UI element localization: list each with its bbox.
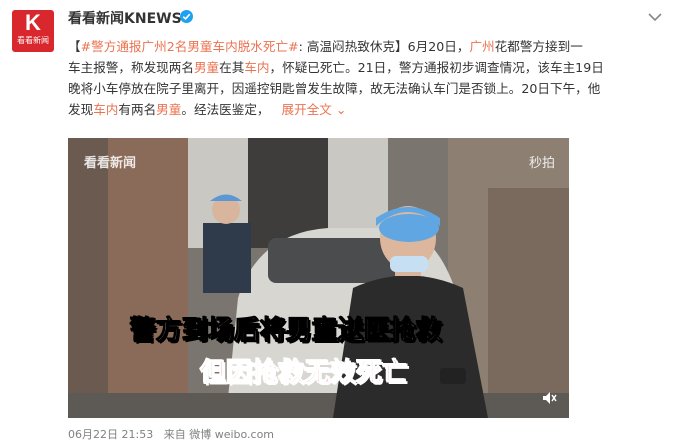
keyword-city[interactable]: 广州 [469, 39, 494, 54]
post-text: 【#警方通报广州2名男童车内脱水死亡#: 高温闷热致休克】6月20日，广州花都警… [68, 36, 668, 120]
video-player[interactable]: 看看新闻 秒拍 警方到场后将男童送医抢救 但因抢救无效死亡 [68, 138, 569, 418]
post-source[interactable]: 来自 微博 weibo.com [164, 428, 274, 441]
post-line-2: 车主报警，称发现两名男童在其车内，怀疑已死亡。21日，警方通报初步调查情况，该车… [68, 60, 604, 75]
keyword[interactable]: 男童 [194, 60, 219, 75]
video-caption-1: 警方到场后将男童送医抢救 [129, 316, 443, 347]
keyword[interactable]: 车内 [244, 60, 269, 75]
post-meta: 06月22日 21:53 来自 微博 weibo.com [68, 426, 274, 442]
post-line-3: 晚将小车停放在院子里离开，因遥控钥匙曾发生故障，故无法确认车门是否锁上。20日下… [68, 81, 601, 96]
verified-icon [180, 10, 193, 23]
keyword[interactable]: 车内 [93, 102, 118, 117]
post-line-4: 发现车内有两名男童。经法医鉴定， 展开全文 ⌄ [68, 102, 347, 117]
expand-full-text-link[interactable]: 展开全文 ⌄ [282, 102, 347, 117]
account-logo[interactable]: K 看看新闻 [12, 10, 54, 52]
logo-mark: K [25, 10, 41, 35]
topic-link[interactable]: #警方通报广州2名男童车内脱水死亡# [81, 39, 299, 54]
logo-text: 看看新闻 [17, 36, 49, 45]
account-name[interactable]: 看看新闻KNEWS [68, 8, 182, 28]
chevron-down-icon[interactable] [647, 12, 663, 22]
keyword[interactable]: 男童 [156, 102, 181, 117]
post-line-1: 【#警方通报广州2名男童车内脱水死亡#: 高温闷热致休克】6月20日，广州花都警… [68, 39, 583, 54]
mute-icon[interactable] [541, 390, 557, 406]
miaopai-watermark: 秒拍 [528, 156, 555, 171]
video-watermark: 看看新闻 [84, 156, 137, 171]
post-timestamp[interactable]: 06月22日 21:53 [68, 428, 153, 441]
video-caption-2: 但因抢救无效死亡 [199, 358, 409, 389]
